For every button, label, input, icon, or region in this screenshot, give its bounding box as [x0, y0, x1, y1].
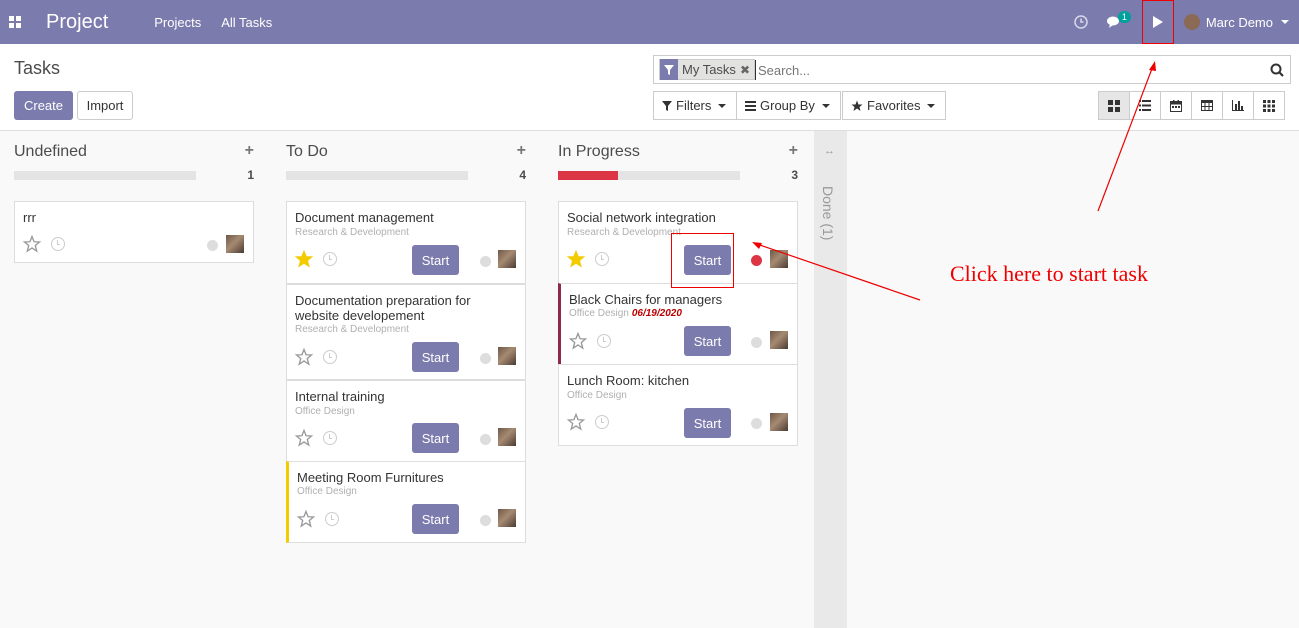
annotation-arrows [752, 61, 1156, 301]
annotation-arrowhead [752, 242, 762, 249]
annotation-arrow-line [1097, 65, 1154, 212]
annotation-arrowhead [1149, 61, 1156, 71]
annotation-arrow-line [756, 243, 921, 301]
